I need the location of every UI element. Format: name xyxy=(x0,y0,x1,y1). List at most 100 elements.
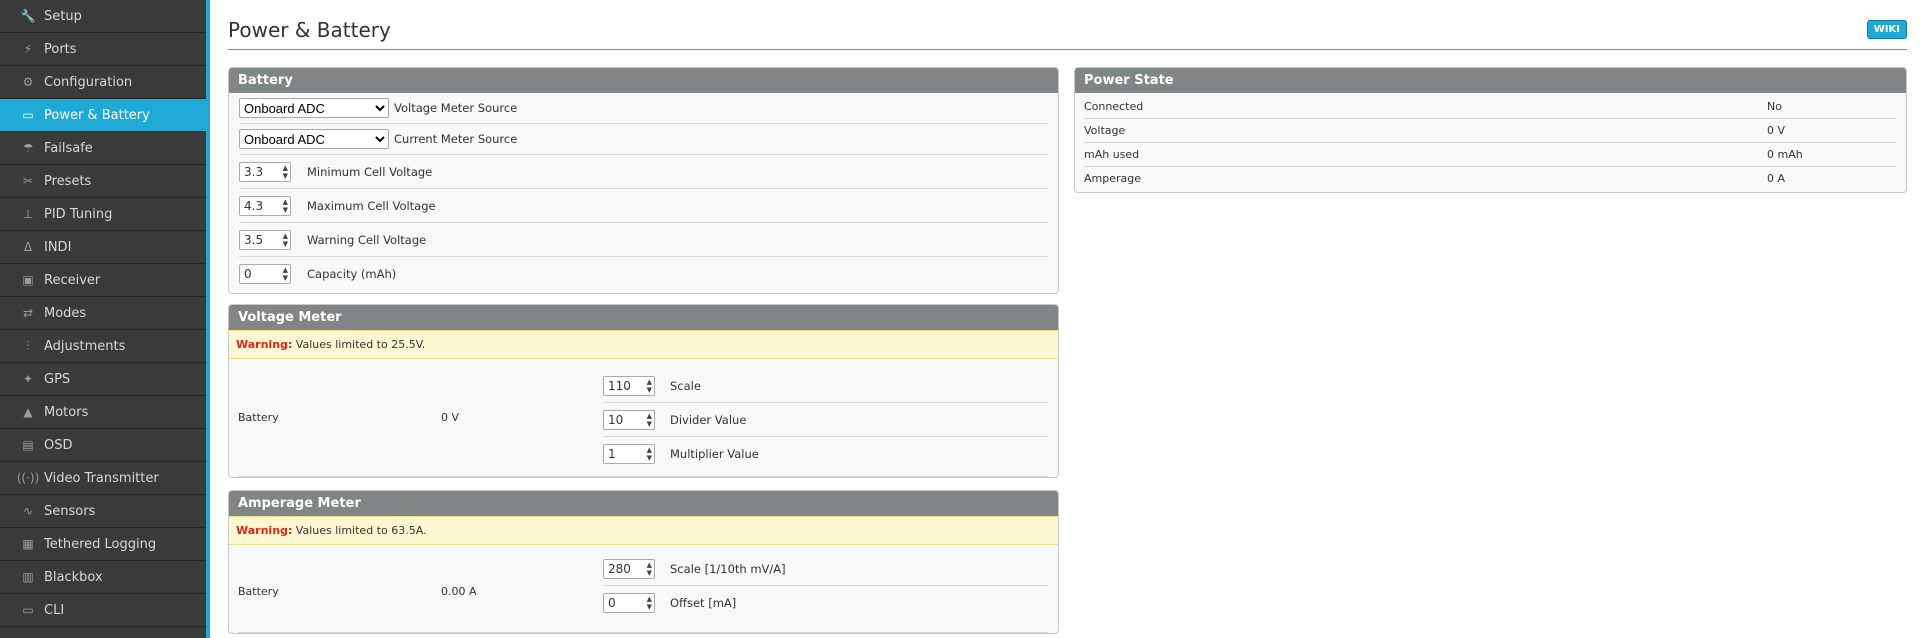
voltage-meter-title: Voltage Meter xyxy=(229,305,1058,330)
sidebar-item-cli[interactable]: ▭ CLI xyxy=(0,594,206,627)
receiver-icon: ▣ xyxy=(22,273,34,287)
amperage-meter-panel: Amperage Meter Warning: Values limited t… xyxy=(228,490,1059,634)
satellite-icon: ✦ xyxy=(22,372,34,386)
sidebar-item-video-transmitter[interactable]: ((·)) Video Transmitter xyxy=(0,462,206,495)
plug-icon: ⚡ xyxy=(23,42,33,56)
power-state-value: 0 A xyxy=(1767,172,1786,185)
spinner-arrows-icon[interactable]: ▲ ▼ xyxy=(283,266,288,282)
sidebar-item-label: Failsafe xyxy=(44,140,93,156)
sidebar-item-label: Receiver xyxy=(44,272,101,288)
min-cell-voltage-label: Minimum Cell Voltage xyxy=(307,164,433,179)
sidebar-item-label: Setup xyxy=(44,8,82,24)
sidebar-item-label: Video Transmitter xyxy=(44,470,159,486)
current-source-row: Onboard ADC Current Meter Source xyxy=(239,124,1048,155)
power-state-panel: Power State Connected No Voltage 0 V mAh use… xyxy=(1074,67,1907,193)
gear-icon: ⚙ xyxy=(22,75,34,89)
min-cell-row: 3.3 ▲ ▼ Minimum Cell Voltage xyxy=(239,155,1048,189)
wiki-button[interactable]: WIKI xyxy=(1866,20,1907,39)
sidebar-item-tethered-logging[interactable]: ▦ Tethered Logging xyxy=(0,528,206,561)
page-title: Power & Battery xyxy=(228,18,391,42)
sidebar-item-receiver[interactable]: ▣ Receiver xyxy=(0,264,206,297)
power-state-value: 0 V xyxy=(1767,124,1786,137)
amperage-scale-row: 280 ▲ ▼ Scale [1/10th mV/A] xyxy=(603,552,1048,586)
power-state-row: mAh used 0 mAh xyxy=(1084,143,1897,167)
max-cell-voltage-input[interactable]: 4.3 ▲ ▼ xyxy=(239,195,291,216)
sidebar-item-label: PID Tuning xyxy=(44,206,113,222)
capacity-input[interactable]: 0 ▲ ▼ xyxy=(239,263,291,284)
modes-icon: ⇄ xyxy=(22,306,34,320)
power-state-label: Voltage xyxy=(1084,124,1126,137)
sidebar-item-osd[interactable]: ▤ OSD xyxy=(0,429,206,462)
spinner-arrows-icon[interactable]: ▲ ▼ xyxy=(283,232,288,248)
sidebar-item-setup[interactable]: 🔧 Setup xyxy=(0,0,206,33)
current-meter-source-select[interactable]: Onboard ADC xyxy=(239,129,389,149)
sidebar-item-configuration[interactable]: ⚙ Configuration xyxy=(0,66,206,99)
sidebar-item-pid-tuning[interactable]: ⊥ PID Tuning xyxy=(0,198,206,231)
sidebar-item-adjustments[interactable]: ⫶ Adjustments xyxy=(0,330,206,363)
voltage-scale-input[interactable]: 110 ▲ ▼ xyxy=(603,375,655,396)
min-cell-voltage-input[interactable]: 3.3 ▲ ▼ xyxy=(239,161,291,182)
spinner-arrows-icon[interactable]: ▲ ▼ xyxy=(283,198,288,214)
power-state-value: 0 mAh xyxy=(1767,148,1803,161)
amperage-offset-label: Offset [mA] xyxy=(670,595,737,610)
amperage-meter-reading: 0.00 A xyxy=(441,585,477,598)
amperage-scale-label: Scale [1/10th mV/A] xyxy=(670,561,786,576)
spinner-arrows-icon[interactable]: ▲ ▼ xyxy=(647,561,652,577)
osd-icon: ▤ xyxy=(22,438,34,452)
max-cell-row: 4.3 ▲ ▼ Maximum Cell Voltage xyxy=(239,189,1048,223)
sidebar-item-modes[interactable]: ⇄ Modes xyxy=(0,297,206,330)
spinner-arrows-icon[interactable]: ▲ ▼ xyxy=(647,412,652,428)
motor-icon: ▲ xyxy=(23,405,33,419)
capacity-label: Capacity (mAh) xyxy=(307,266,397,281)
sidebar-item-label: Ports xyxy=(44,41,77,57)
sidebar-item-label: Adjustments xyxy=(44,338,126,354)
voltage-meter-reading: 0 V xyxy=(441,411,460,424)
voltage-scale-label: Scale xyxy=(670,378,701,393)
sidebar-item-indi[interactable]: Δ INDI xyxy=(0,231,206,264)
divider xyxy=(238,476,1048,477)
voltage-divider-row: 10 ▲ ▼ Divider Value xyxy=(603,403,1048,437)
sidebar: 🔧 Setup ⚡ Ports ⚙ Configuration ▭ Power & Batte… xyxy=(0,0,210,638)
sidebar-item-failsafe[interactable]: ☂ Failsafe xyxy=(0,132,206,165)
sidebar-item-label: Power & Battery xyxy=(44,107,150,123)
power-state-row: Connected No xyxy=(1084,95,1897,119)
sidebar-item-label: INDI xyxy=(44,239,72,255)
voltage-multiplier-input[interactable]: 1 ▲ ▼ xyxy=(603,443,655,464)
title-divider xyxy=(228,49,1907,50)
sidebar-item-power-battery[interactable]: ▭ Power & Battery xyxy=(0,99,206,132)
amperage-warning: Warning: Values limited to 63.5A. xyxy=(229,516,1058,545)
sidebar-item-label: Configuration xyxy=(44,74,133,90)
sidebar-item-label: Tethered Logging xyxy=(44,536,157,552)
warning-cell-voltage-input[interactable]: 3.5 ▲ ▼ xyxy=(239,229,291,250)
spinner-arrows-icon[interactable]: ▲ ▼ xyxy=(647,378,652,394)
voltage-source-row: Onboard ADC Voltage Meter Source xyxy=(239,93,1048,124)
voltage-divider-label: Divider Value xyxy=(670,412,747,427)
sidebar-item-gps[interactable]: ✦ GPS xyxy=(0,363,206,396)
voltage-meter-source-select[interactable]: Onboard ADC xyxy=(239,98,389,118)
spinner-arrows-icon[interactable]: ▲ ▼ xyxy=(283,164,288,180)
parachute-icon: ☂ xyxy=(22,141,34,155)
voltage-meter-name: Battery xyxy=(238,411,279,424)
sidebar-item-label: Modes xyxy=(44,305,87,321)
voltage-divider-input[interactable]: 10 ▲ ▼ xyxy=(603,409,655,430)
amperage-scale-input[interactable]: 280 ▲ ▼ xyxy=(603,558,655,579)
sidebar-item-sensors[interactable]: ∿ Sensors xyxy=(0,495,206,528)
warning-prefix: Warning: xyxy=(236,524,293,537)
sidebar-item-presets[interactable]: ✂ Presets xyxy=(0,165,206,198)
sidebar-item-motors[interactable]: ▲ Motors xyxy=(0,396,206,429)
sidebar-item-ports[interactable]: ⚡ Ports xyxy=(0,33,206,66)
power-state-label: mAh used xyxy=(1084,148,1140,161)
amperage-offset-input[interactable]: 0 ▲ ▼ xyxy=(603,592,655,613)
voltage-meter-body: Battery 0 V 110 ▲ ▼ Scale 10 ▲ ▼ Divider Val… xyxy=(229,359,1058,477)
power-state-row: Voltage 0 V xyxy=(1084,119,1897,143)
spinner-arrows-icon[interactable]: ▲ ▼ xyxy=(647,446,652,462)
amperage-offset-row: 0 ▲ ▼ Offset [mA] xyxy=(603,586,1048,619)
voltage-warning: Warning: Values limited to 25.5V. xyxy=(229,330,1058,359)
sidebar-item-label: CLI xyxy=(44,602,65,618)
power-state-title: Power State xyxy=(1075,68,1906,93)
power-state-row: Amperage 0 A xyxy=(1084,167,1897,190)
spinner-arrows-icon[interactable]: ▲ ▼ xyxy=(647,595,652,611)
battery-panel-title: Battery xyxy=(229,68,1058,93)
current-meter-source-label: Current Meter Source xyxy=(394,132,518,146)
sidebar-item-blackbox[interactable]: ▥ Blackbox xyxy=(0,561,206,594)
